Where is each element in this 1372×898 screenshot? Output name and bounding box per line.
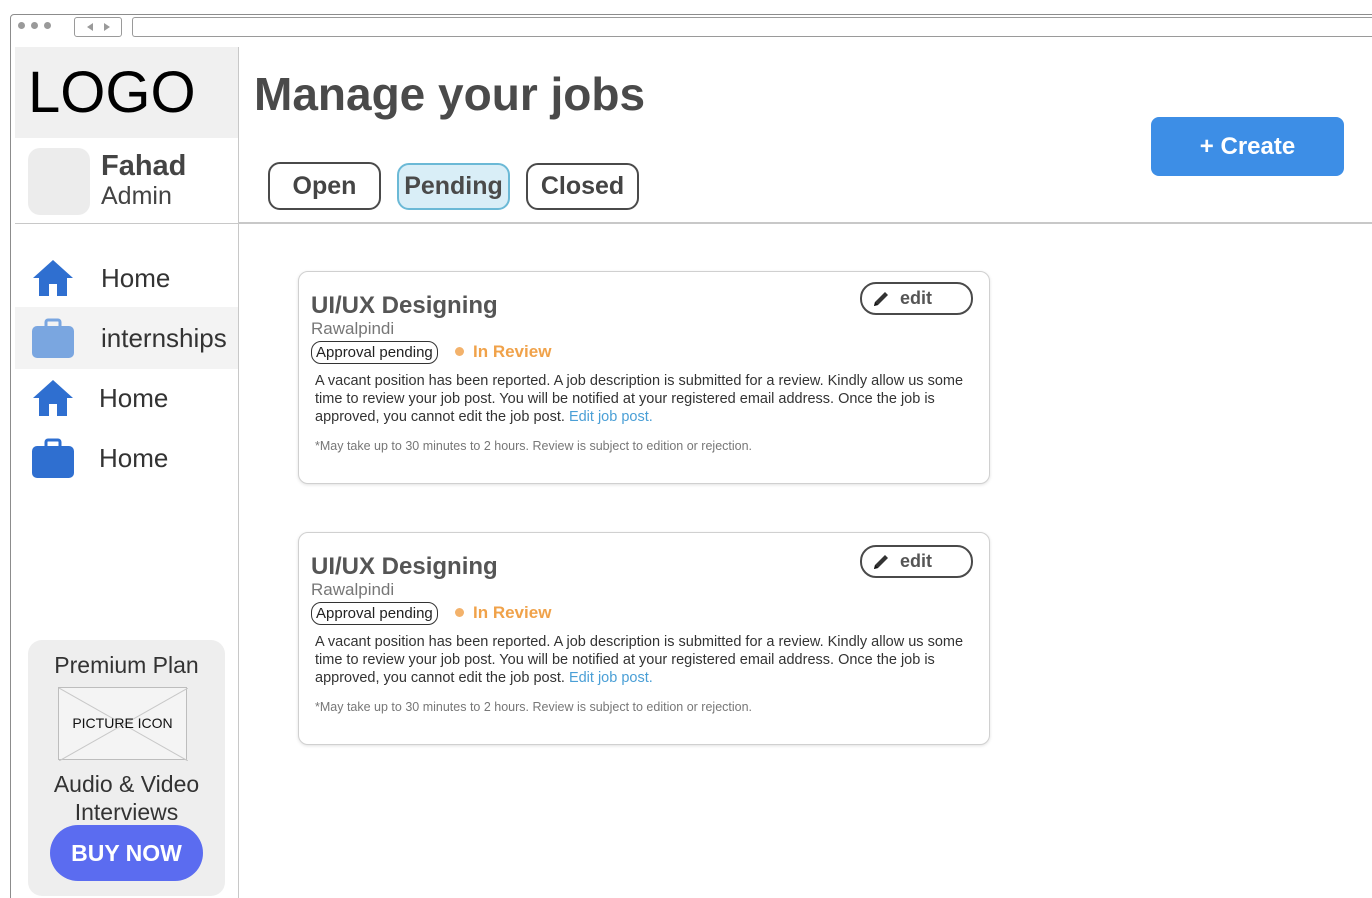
premium-desc-line: Audio & Video [53,771,200,797]
tab-pending[interactable]: Pending [397,163,510,210]
job-note: *May take up to 30 minutes to 2 hours. R… [315,700,753,714]
sidebar-item-home-3[interactable]: Home [15,427,238,489]
picture-label: PICTURE ICON [72,715,173,731]
review-status: In Review [473,342,552,361]
tab-closed[interactable]: Closed [526,163,639,210]
home-icon [31,376,75,420]
home-icon [31,256,75,300]
edit-label: edit [900,288,933,308]
pencil-icon [874,291,888,306]
status-badge: Approval pending [311,602,438,625]
review-status: In Review [473,603,552,622]
edit-job-post-link[interactable]: Edit job post. [569,670,653,686]
avatar[interactable] [28,148,90,215]
review-status-dot-icon [455,608,464,617]
edit-label: edit [900,551,933,571]
window-controls[interactable] [18,22,51,29]
edit-button[interactable]: edit [860,545,973,578]
sidebar-item-internships[interactable]: internships [15,307,238,369]
url-bar[interactable] [132,17,1372,37]
user-name: Fahad [101,150,187,182]
sidebar: LOGO Fahad Admin Home internships Home H… [15,47,239,898]
tab-open[interactable]: Open [268,162,381,210]
briefcase-icon [31,436,75,480]
briefcase-icon [31,316,75,360]
window-dot[interactable] [44,22,51,29]
forward-arrow-icon[interactable] [103,23,110,31]
user-profile: Fahad Admin [15,138,238,224]
job-description: A vacant position has been reported. A j… [315,372,975,426]
job-card: UI/UX Designing Rawalpindi Approval pend… [298,271,990,484]
browser-toolbar [10,14,1372,44]
pencil-icon [874,554,888,569]
window-dot[interactable] [18,22,25,29]
page-title: Manage your jobs [254,68,646,120]
window-dot[interactable] [31,22,38,29]
review-status-dot-icon [455,347,464,356]
job-description: A vacant position has been reported. A j… [315,633,975,687]
sidebar-item-label: internships [101,322,227,353]
back-forward-buttons[interactable] [74,17,122,37]
premium-title: Premium Plan [54,652,199,678]
job-title: UI/UX Designing [311,292,498,319]
user-role: Admin [101,182,172,210]
edit-job-post-link[interactable]: Edit job post. [569,409,653,425]
sidebar-item-home-2[interactable]: Home [15,367,238,429]
picture-placeholder-icon: PICTURE ICON [58,687,188,761]
job-note: *May take up to 30 minutes to 2 hours. R… [315,439,753,453]
job-title: UI/UX Designing [311,553,498,580]
sidebar-item-label: Home [99,382,169,413]
status-badge: Approval pending [311,341,438,364]
job-location: Rawalpindi [311,580,395,599]
logo-area: LOGO [15,47,238,138]
back-arrow-icon[interactable] [86,23,93,31]
premium-plan-card: Premium Plan PICTURE ICON Audio & Video … [28,640,225,896]
job-card: UI/UX Designing Rawalpindi Approval pend… [298,532,990,745]
premium-desc-line: Interviews [74,799,179,825]
job-location: Rawalpindi [311,319,395,338]
header-divider [239,222,1372,224]
sidebar-item-label: Home [101,262,171,293]
create-button[interactable]: + Create [1151,117,1344,176]
sidebar-item-home[interactable]: Home [15,247,238,309]
edit-button[interactable]: edit [860,282,973,315]
buy-now-button[interactable]: BUY NOW [50,825,203,881]
sidebar-item-label: Home [99,442,169,473]
logo: LOGO [28,60,196,125]
premium-description: Audio & Video Interviews [28,770,225,826]
